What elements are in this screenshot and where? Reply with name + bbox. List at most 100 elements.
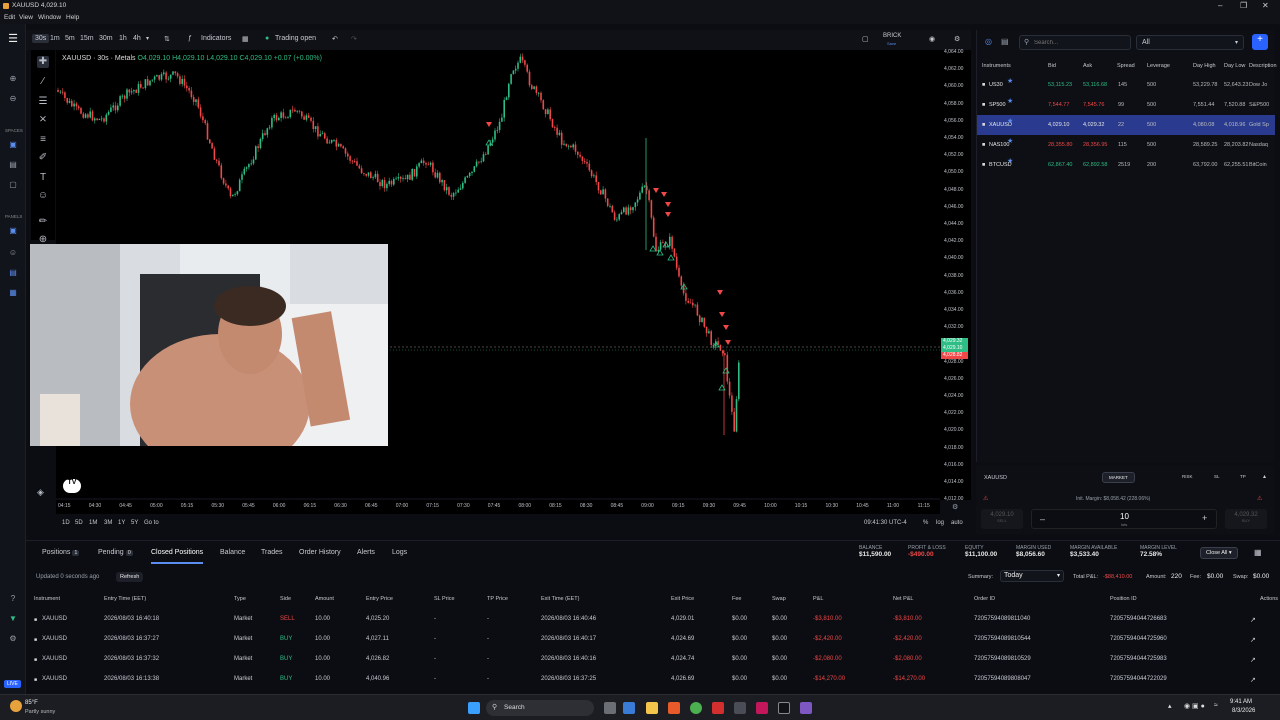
sell-button[interactable]: 4,029.10 SELL [981, 509, 1023, 529]
close-all-button[interactable]: Close All ▾ [1200, 547, 1238, 559]
tab-positions[interactable]: Positions 1 [42, 549, 80, 556]
time-scale[interactable]: 04:15 04:30 04:45 05:00 05:15 05:30 05:45 06:00… [56, 500, 940, 514]
settings-gear-icon[interactable]: ⚙ [7, 634, 19, 644]
taskbar-search[interactable]: ⚲ Search [486, 700, 594, 716]
auto-toggle[interactable]: auto [951, 520, 963, 526]
order-type-select[interactable]: MARKET [1102, 472, 1135, 483]
table-row[interactable]: XAUUSD 2026/08/03 16:37:32 Market BUY 10.00 4… [26, 651, 1280, 671]
col-description[interactable]: Description [1249, 63, 1277, 69]
col-header[interactable]: Fee [732, 596, 741, 602]
clock-date[interactable]: 8/3/2026 [1232, 708, 1255, 714]
table-row[interactable]: XAUUSD 2026/08/03 16:37:27 Market BUY 10.00 4… [26, 631, 1280, 651]
space-chart-icon[interactable]: ▣ [7, 140, 19, 150]
table-row[interactable]: XAUUSD 2026/08/03 16:13:38 Market BUY 10.00 4… [26, 671, 1280, 691]
star-icon[interactable]: ★ [1007, 137, 1013, 145]
instrument-row[interactable]: ■ BTCUSD ★ 62,867.40 62,892.58 2519 200 63,792.… [977, 155, 1275, 175]
tray-chevron-icon[interactable]: ▴ [1168, 702, 1172, 710]
text-icon[interactable]: T [37, 172, 49, 184]
star-icon[interactable]: ★ [1007, 117, 1013, 125]
panel-person-icon[interactable]: ☺ [7, 248, 19, 258]
indicators-button[interactable]: Indicators [201, 35, 231, 42]
fullscreen-square-icon[interactable]: ▢ [862, 35, 869, 43]
trendline-icon[interactable]: ∕ [37, 76, 49, 88]
chrome-icon[interactable] [690, 702, 702, 714]
col-instruments[interactable]: Instruments [982, 63, 1011, 69]
range-1d[interactable]: 1D [62, 520, 70, 526]
col-bid[interactable]: Bid [1048, 63, 1056, 69]
menu-view[interactable]: View [19, 14, 33, 21]
weather-temp[interactable]: 85°F [25, 700, 38, 706]
panel-orders-icon[interactable]: ▦ [7, 288, 19, 298]
col-header[interactable]: Instrument [34, 596, 60, 602]
media-icon[interactable] [668, 702, 680, 714]
share-icon[interactable]: ↗ [1250, 676, 1256, 684]
copilot-icon[interactable] [623, 702, 635, 714]
star-icon[interactable]: ★ [1007, 157, 1013, 165]
col-header[interactable]: Swap [772, 596, 786, 602]
pattern-icon[interactable]: ⨯ [37, 114, 49, 126]
crosshair-icon[interactable]: ✚ [37, 56, 49, 68]
plus-icon[interactable]: + [1202, 513, 1207, 523]
interval-1h[interactable]: 1h [119, 35, 127, 42]
col-header[interactable]: Exit Price [671, 596, 694, 602]
quantity-value[interactable]: 10 [1120, 512, 1129, 521]
minimize-icon[interactable]: – [1218, 1, 1222, 10]
watchlist-icon[interactable]: ◎ [985, 37, 992, 46]
col-header[interactable]: Type [234, 596, 246, 602]
instrument-search[interactable]: ⚲ [1019, 35, 1131, 50]
tab-balance[interactable]: Balance [220, 549, 245, 556]
collapse-chevron-icon[interactable]: ▴ [1263, 473, 1266, 480]
col-ask[interactable]: Ask [1083, 63, 1092, 69]
menu-help[interactable]: Help [66, 14, 79, 21]
close-icon[interactable]: ✕ [1262, 1, 1269, 10]
layers-icon[interactable]: ◈ [37, 487, 44, 498]
acrobat-icon[interactable] [712, 702, 724, 714]
tray-icons[interactable]: ◉ ▣ ● [1184, 702, 1205, 710]
search-input[interactable] [1034, 38, 1126, 47]
camera-icon[interactable]: ◉ [929, 35, 935, 43]
interval-4h[interactable]: 4h [133, 35, 141, 42]
space-cart-icon[interactable]: ▤ [7, 160, 19, 170]
capture-icon[interactable] [756, 702, 768, 714]
interval-1m[interactable]: 1m [50, 35, 60, 42]
horizontal-lines-icon[interactable]: ☰ [37, 96, 49, 108]
instrument-row[interactable]: ■ SP500 ★ 7,544.77 7,545.76 99 500 7,551.44 7,52… [977, 95, 1275, 115]
file-explorer-icon[interactable] [646, 702, 658, 714]
risk-tab[interactable]: RISK [1182, 474, 1193, 479]
menu-window[interactable]: Window [38, 14, 61, 21]
tab-pending[interactable]: Pending 0 [98, 549, 133, 556]
col-header[interactable]: Exit Time (EET) [541, 596, 580, 602]
star-icon[interactable]: ★ [1007, 97, 1013, 105]
col-header[interactable]: SL Price [434, 596, 455, 602]
buy-button[interactable]: 4,029.32 BUY [1225, 509, 1267, 529]
brick-label[interactable]: BRICK [883, 33, 901, 39]
goto-button[interactable]: Go to [144, 520, 159, 526]
col-header[interactable]: Actions [1260, 596, 1278, 602]
tab-trades[interactable]: Trades [261, 549, 283, 556]
col-header[interactable]: Position ID [1110, 596, 1137, 602]
col-header[interactable]: TP Price [487, 596, 508, 602]
tab-alerts[interactable]: Alerts [357, 549, 375, 556]
interval-5m[interactable]: 5m [65, 35, 75, 42]
col-leverage[interactable]: Leverage [1147, 63, 1170, 69]
col-header[interactable]: Entry Price [366, 596, 393, 602]
interval-15m[interactable]: 15m [80, 35, 94, 42]
menu-edit[interactable]: Edit [4, 14, 15, 21]
range-5d[interactable]: 5D [75, 520, 83, 526]
instrument-row[interactable]: ■ XAUUSD ★ 4,029.10 4,029.32 22 500 4,080.08 4,0… [977, 115, 1275, 135]
sl-tab[interactable]: SL [1214, 474, 1220, 479]
share-icon[interactable]: ↗ [1250, 656, 1256, 664]
col-header[interactable]: Amount [315, 596, 334, 602]
range-1m[interactable]: 1M [89, 520, 97, 526]
interval-30s[interactable]: 30s [32, 34, 50, 43]
table-row[interactable]: XAUUSD 2026/08/03 16:40:18 Market SELL 10.00… [26, 611, 1280, 631]
zoom-in-icon[interactable]: ⊕ [7, 74, 19, 84]
zoom-out-icon[interactable]: ⊖ [7, 94, 19, 104]
weather-sun-icon[interactable] [10, 700, 22, 712]
space-wallet-icon[interactable]: ▢ [7, 180, 19, 190]
panel-chart-icon[interactable]: ▣ [7, 226, 19, 236]
col-header[interactable]: Order ID [974, 596, 995, 602]
undo-icon[interactable]: ↶ [332, 35, 338, 43]
panel-layout-icon[interactable]: ▦ [1254, 548, 1262, 557]
price-scale[interactable]: 4,064.00 4,062.00 4,060.00 4,058.00 4,056.00… [940, 49, 971, 502]
